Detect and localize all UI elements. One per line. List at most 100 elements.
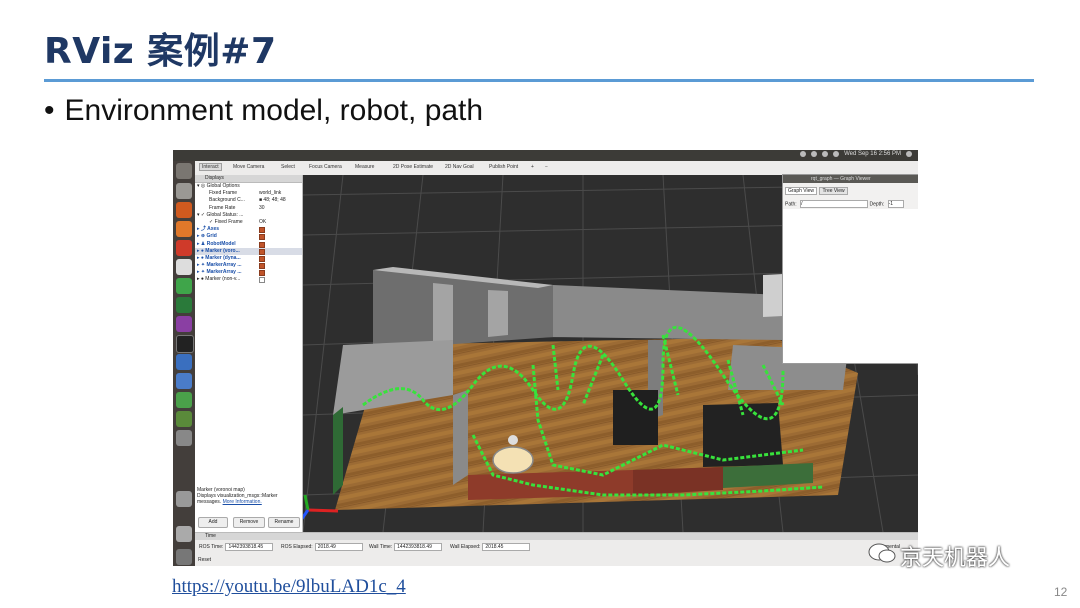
trash-icon[interactable] <box>176 549 192 565</box>
ros-elapsed-label: ROS Elapsed: <box>281 544 313 550</box>
display-enable-checkbox[interactable] <box>259 248 265 255</box>
display-row[interactable]: Frame Rate 30 <box>195 205 302 212</box>
rename-button[interactable]: Rename <box>268 517 300 528</box>
drive-icon[interactable] <box>176 491 192 507</box>
keyboard-icon[interactable] <box>811 151 818 157</box>
depth-select[interactable]: -1 <box>887 200 904 208</box>
display-row[interactable]: ▸ ⤴ Axes <box>195 226 302 234</box>
display-row-label: Frame Rate <box>209 204 236 211</box>
ros-time-value: 1442393818.45 <box>225 543 274 551</box>
rqt-tabs: Graph View Tree View <box>785 187 849 195</box>
update-icon[interactable] <box>176 278 192 294</box>
ros-elapsed-value: 2018.49 <box>314 543 363 551</box>
display-row[interactable]: Background C... ■ 48; 48; 48 <box>195 197 302 204</box>
display-row-value: ■ 48; 48; 48 <box>259 197 286 204</box>
tool-measure[interactable]: Measure <box>355 164 374 170</box>
tool-publish-point[interactable]: Publish Point <box>489 164 518 170</box>
tool-select[interactable]: Select <box>281 164 295 170</box>
display-enable-checkbox[interactable] <box>259 241 265 248</box>
bullet-dot: • <box>44 94 55 127</box>
tab-tree-view[interactable]: Tree View <box>819 187 848 195</box>
path-select[interactable]: / <box>800 200 869 208</box>
tool-2d-nav-goal[interactable]: 2D Nav Goal <box>445 164 474 170</box>
rqt-title-bar[interactable]: rqt_graph — Graph Viewer <box>783 175 918 183</box>
tab-graph-view[interactable]: Graph View <box>785 187 818 195</box>
slide-title: RViz 案例#7 <box>44 31 277 72</box>
clock[interactable]: Wed Sep 16 2:56 PM <box>844 151 901 157</box>
display-row[interactable]: ▸ ✦ MarkerArray ... <box>195 269 302 277</box>
firefox-icon[interactable] <box>176 202 192 218</box>
network-icon[interactable] <box>800 151 807 157</box>
robot-table <box>492 446 534 474</box>
rqt-icon[interactable] <box>176 411 192 427</box>
volume-icon[interactable] <box>833 151 840 157</box>
x-axis <box>307 508 339 513</box>
time-panel: Time ROS Time: 1442393818.45 ROS Elapsed:… <box>195 532 918 566</box>
tool-add[interactable]: + <box>531 164 534 170</box>
terminal-icon[interactable] <box>176 335 194 353</box>
display-row[interactable]: ▾ ◎ Global Options <box>195 183 302 190</box>
display-row-label: ▸ ● Marker (voro... <box>197 247 240 254</box>
tool-remove[interactable]: − <box>545 164 548 170</box>
display-row[interactable]: ▾ ✓ Global Status: ... <box>195 212 302 219</box>
display-row-label: ▸ ✦ MarkerArray ... <box>197 269 242 276</box>
settings-icon[interactable] <box>176 259 192 275</box>
add-button[interactable]: Add <box>198 517 228 528</box>
chromium-icon[interactable] <box>176 240 192 256</box>
display-row[interactable]: ▸ ✦ MarkerArray ... <box>195 262 302 270</box>
battery-icon[interactable] <box>822 151 829 157</box>
display-row[interactable]: Fixed Frame world_link <box>195 190 302 197</box>
display-enable-checkbox[interactable] <box>259 255 265 262</box>
display-enable-checkbox[interactable] <box>259 234 265 241</box>
display-row-label: ▸ ● Marker (non-v... <box>197 276 241 283</box>
bullet-text: Environment model, robot, path <box>64 94 484 127</box>
display-row[interactable]: ▸ ♟ RobotModel <box>195 241 302 248</box>
ros-time-label: ROS Time: <box>199 544 224 550</box>
tool-move-camera[interactable]: Move Camera <box>233 164 264 170</box>
display-enable-checkbox[interactable] <box>259 277 265 284</box>
display-row-value: world_link <box>259 190 282 197</box>
display-row[interactable]: ▸ ● Marker (voro... <box>195 247 302 255</box>
wall-time-value: 1442393818.49 <box>394 543 443 551</box>
more-information-link[interactable]: More Information. <box>223 499 262 505</box>
video-link[interactable]: https://youtu.be/9lbuLAD1c_4 <box>172 576 406 598</box>
ubuntu-launcher <box>173 161 195 566</box>
reset-button[interactable]: Reset <box>198 557 211 563</box>
rqt-graph-canvas[interactable] <box>783 209 918 363</box>
tool-interact[interactable]: Interact <box>199 163 222 171</box>
tool-focus-camera[interactable]: Focus Camera <box>309 164 342 170</box>
wall-elapsed-label: Wall Elapsed: <box>450 544 481 550</box>
drive2-icon[interactable] <box>176 526 192 542</box>
display-enable-checkbox[interactable] <box>259 227 265 234</box>
cabinet <box>613 390 658 445</box>
display-description: Marker (voronoi map) Displays visualizat… <box>197 487 300 505</box>
displays-header: Displays <box>195 175 302 183</box>
display-row-label: ▸ ⤴ Axes <box>197 226 220 233</box>
display-row-label: ▾ ✓ Global Status: ... <box>197 211 244 218</box>
display-enable-checkbox[interactable] <box>259 270 265 277</box>
watermark-text: 京天机器人 <box>900 546 1011 571</box>
wall-time-field: Wall Time: 1442393818.49 <box>369 543 443 551</box>
displays-panel: Displays ▾ ◎ Global Options Fixed Frame wo… <box>195 175 303 532</box>
software-center-icon[interactable] <box>176 221 192 237</box>
wall-elapsed-value: 2018.45 <box>482 543 531 551</box>
editor-icon[interactable] <box>176 354 192 370</box>
globe-icon[interactable] <box>176 297 192 313</box>
wall-elapsed-field: Wall Elapsed: 2018.45 <box>450 543 531 551</box>
display-enable-checkbox[interactable] <box>259 263 265 270</box>
workspace-icon[interactable] <box>176 430 192 446</box>
network-tool-icon[interactable] <box>176 373 192 389</box>
displays-tree: ▾ ◎ Global Options Fixed Frame world_link B… <box>195 183 302 284</box>
files-icon[interactable] <box>176 183 192 199</box>
page-number: 12 <box>1054 585 1068 599</box>
display-row[interactable]: ▸ ⊕ Grid <box>195 233 302 241</box>
dash-home-icon[interactable] <box>176 163 192 179</box>
tool-2d-pose-estimate[interactable]: 2D Pose Estimate <box>393 164 433 170</box>
display-row[interactable]: ▸ ● Marker (non-v... <box>195 276 302 284</box>
display-row[interactable]: ▸ ● Marker (dyna... <box>195 255 302 262</box>
settings-gear-icon[interactable] <box>906 151 912 157</box>
remove-button[interactable]: Remove <box>233 517 265 528</box>
rviz-icon[interactable] <box>176 392 192 408</box>
app-icon[interactable] <box>176 316 192 332</box>
display-row-label: ▸ ● Marker (dyna... <box>197 254 241 261</box>
